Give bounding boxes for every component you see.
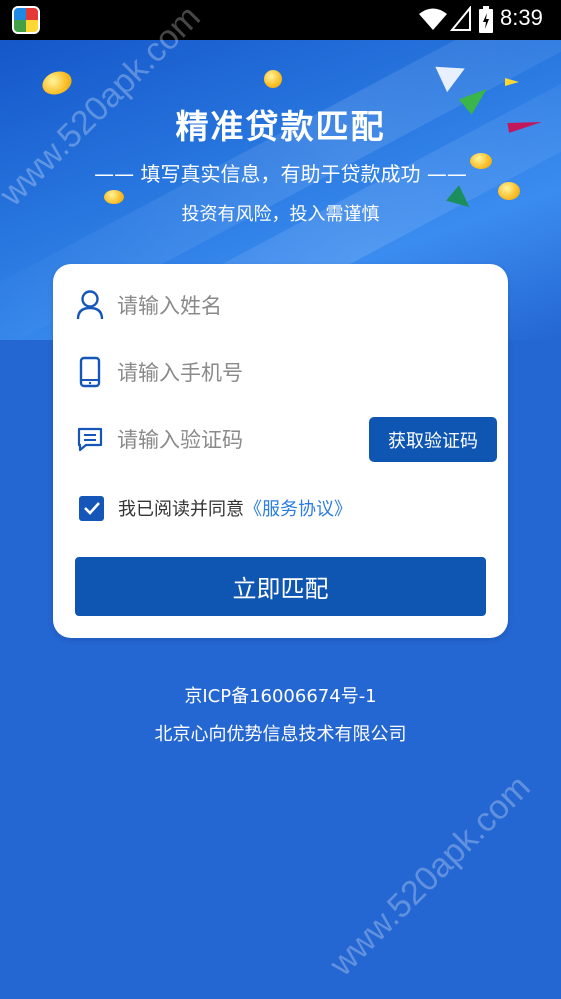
get-code-button[interactable]: 获取验证码 [369, 417, 497, 462]
paper-shard-icon [505, 78, 519, 86]
agreement-link[interactable]: 《服务协议》 [244, 495, 352, 521]
code-input[interactable]: 请输入验证码 [117, 424, 243, 454]
user-icon [75, 289, 105, 321]
signal-icon [450, 6, 471, 31]
company-name: 北京心向优势信息技术有限公司 [154, 724, 407, 745]
risk-notice: 投资有风险，投入需谨慎 [181, 204, 380, 225]
clock: 8:39 [500, 5, 543, 30]
coin-icon [39, 67, 75, 99]
name-input[interactable]: 请输入姓名 [117, 290, 222, 320]
phone-field[interactable]: 请输入手机号 [75, 352, 485, 392]
page-subtitle: —— 填写真实信息，有助于贷款成功 —— [94, 162, 467, 186]
name-field[interactable]: 请输入姓名 [75, 285, 485, 325]
form-card: 请输入姓名 请输入手机号 请输入验证码 获取验证码 我已阅读并同意 《服务协议》… [53, 264, 508, 638]
code-field[interactable]: 请输入验证码 [75, 419, 355, 459]
app-notification-icon [12, 6, 40, 34]
phone-input[interactable]: 请输入手机号 [117, 357, 243, 387]
agree-label: 我已阅读并同意 [118, 499, 244, 520]
agree-checkbox[interactable] [79, 495, 104, 521]
battery-icon [479, 6, 493, 33]
watermark: www.520apk.com [322, 768, 538, 984]
agreement-row: 我已阅读并同意 《服务协议》 [79, 494, 352, 522]
match-button[interactable]: 立即匹配 [75, 557, 486, 616]
phone-icon [75, 356, 105, 388]
wifi-icon [419, 8, 447, 30]
message-icon [75, 423, 105, 455]
status-bar: 8:39 [0, 0, 561, 40]
icp-license: 京ICP备16006674号-1 [184, 686, 377, 707]
coin-icon [264, 70, 282, 88]
checkmark-icon [83, 502, 100, 515]
